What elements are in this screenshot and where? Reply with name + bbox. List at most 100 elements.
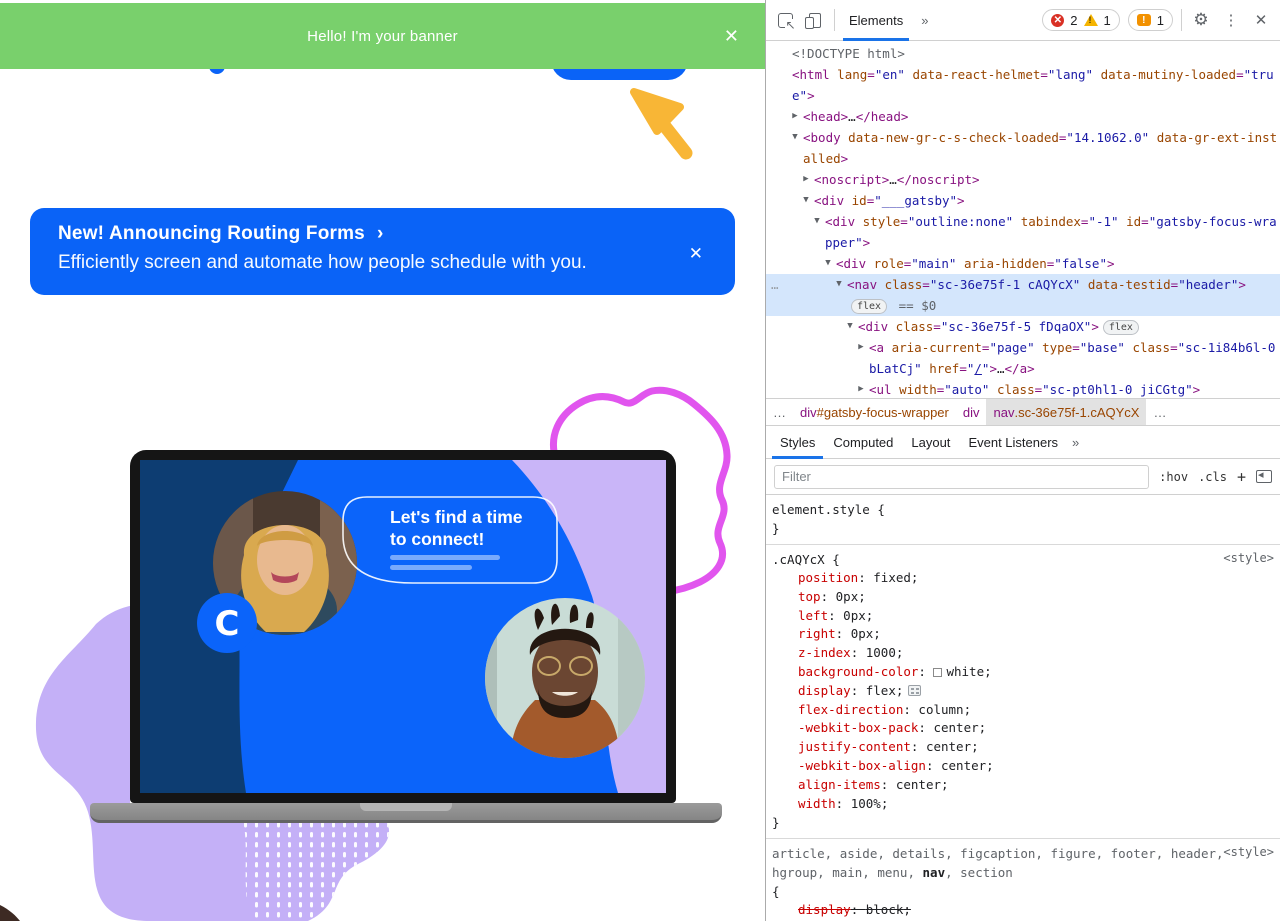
- css-selector[interactable]: .cAQYcX {: [772, 550, 1274, 569]
- chevron-right-icon: ›: [377, 223, 384, 244]
- toggle-hover-state-button[interactable]: :hov: [1159, 470, 1188, 484]
- flex-badge[interactable]: flex: [851, 299, 887, 314]
- dom-tree-node[interactable]: ▼<div id="___gatsby">: [766, 190, 1280, 211]
- test-banner: Hello! I'm your banner ✕: [0, 3, 765, 69]
- issues-count: 1: [1157, 13, 1164, 28]
- stylesheet-source-link[interactable]: <style>: [1223, 551, 1274, 565]
- styles-filter-row: :hov .cls +: [766, 459, 1280, 495]
- dom-tree-node[interactable]: ▼<body data-new-gr-c-s-check-loaded="14.…: [766, 127, 1280, 169]
- css-property[interactable]: -webkit-box-align: center;: [772, 757, 1274, 776]
- css-property[interactable]: top: 0px;: [772, 588, 1274, 607]
- close-devtools-icon[interactable]: ✕: [1250, 9, 1272, 31]
- calendly-logo: C: [197, 593, 257, 653]
- breadcrumb-overflow[interactable]: …: [1146, 399, 1173, 425]
- devtools-toolbar: ↖ Elements » ✕ 2 1 ! 1 ⚙ ⋮ ✕: [766, 0, 1280, 41]
- css-rule: <style>.cAQYcX {position: fixed;top: 0px…: [766, 545, 1280, 839]
- console-errors-badge[interactable]: ✕ 2 1: [1042, 9, 1119, 31]
- expand-arrow-open-icon[interactable]: ▼: [823, 253, 833, 274]
- css-property[interactable]: display: block;: [772, 901, 1274, 920]
- devtools-panel: ↖ Elements » ✕ 2 1 ! 1 ⚙ ⋮ ✕: [765, 0, 1280, 921]
- css-property[interactable]: display: flex;: [772, 682, 1274, 701]
- breadcrumb-overflow[interactable]: …: [766, 399, 793, 425]
- issues-badge[interactable]: ! 1: [1128, 9, 1173, 31]
- man-avatar: [485, 598, 645, 758]
- tab-elements[interactable]: Elements: [843, 0, 909, 41]
- expand-arrow-open-icon[interactable]: ▼: [801, 190, 811, 211]
- dom-tree-node[interactable]: ▶<a aria-current="page" type="base" clas…: [766, 337, 1280, 379]
- promo-close-icon[interactable]: ✕: [689, 244, 703, 264]
- issues-icon: !: [1137, 14, 1151, 26]
- more-tabs-icon[interactable]: »: [917, 13, 932, 28]
- css-property[interactable]: background-color: white;: [772, 663, 1274, 682]
- css-property[interactable]: justify-content: center;: [772, 738, 1274, 757]
- css-property[interactable]: flex-direction: column;: [772, 701, 1274, 720]
- css-property[interactable]: left: 0px;: [772, 607, 1274, 626]
- dom-tree-node[interactable]: ▶<head>…</head>: [766, 106, 1280, 127]
- settings-gear-icon[interactable]: ⚙: [1190, 9, 1212, 31]
- web-page: Hello! I'm your banner ✕ New! Announcing…: [0, 0, 765, 921]
- dom-tree-node[interactable]: ▶<noscript>…</noscript>: [766, 169, 1280, 190]
- tab-event-listeners[interactable]: Event Listeners: [960, 425, 1066, 459]
- warning-icon: [1084, 14, 1098, 26]
- styles-tab-bar: StylesComputedLayoutEvent Listeners»: [766, 425, 1280, 459]
- promo-subtitle: Efficiently screen and automate how peop…: [58, 252, 587, 274]
- dom-tree-node[interactable]: <html lang="en" data-react-helmet="lang"…: [766, 64, 1280, 106]
- css-property[interactable]: align-items: center;: [772, 776, 1274, 795]
- tab-styles[interactable]: Styles: [772, 425, 823, 459]
- dom-tree-node[interactable]: ▼<div style="outline:none" tabindex="-1"…: [766, 211, 1280, 253]
- toolbar-divider: [1181, 9, 1182, 31]
- error-count: 2: [1070, 13, 1077, 28]
- dom-tree-node[interactable]: ▶<ul width="auto" class="sc-pt0hl1-0 jiC…: [766, 379, 1280, 398]
- css-property[interactable]: -webkit-box-pack: center;: [772, 719, 1274, 738]
- expand-arrow-closed-icon[interactable]: ▶: [856, 379, 866, 398]
- expand-arrow-open-icon[interactable]: ▼: [790, 127, 800, 148]
- node-more-actions[interactable]: …: [771, 274, 780, 295]
- svg-text:C: C: [215, 604, 240, 644]
- css-property[interactable]: position: fixed;: [772, 569, 1274, 588]
- dom-tree-node[interactable]: ▼<div class="sc-36e75f-5 fDqaOX">flex: [766, 316, 1280, 337]
- styles-rules-list: element.style {}<style>.cAQYcX {position…: [766, 495, 1280, 921]
- inspect-element-icon[interactable]: ↖: [774, 9, 796, 31]
- promo-banner[interactable]: New! Announcing Routing Forms› Efficient…: [30, 208, 735, 295]
- more-style-tabs-icon[interactable]: »: [1068, 435, 1083, 450]
- laptop-illustration: Let's find a time to connect! C: [130, 450, 676, 803]
- breadcrumb-item[interactable]: nav.sc-36e75f-1.cAQYcX: [986, 399, 1146, 425]
- expand-arrow-closed-icon[interactable]: ▶: [856, 337, 866, 358]
- svg-text:to connect!: to connect!: [390, 529, 484, 549]
- laptop-screen-art: Let's find a time to connect! C: [140, 460, 666, 793]
- kebab-menu-icon[interactable]: ⋮: [1220, 9, 1242, 31]
- toggle-sidebar-icon[interactable]: [1256, 470, 1272, 483]
- css-property[interactable]: z-index: 1000;: [772, 644, 1274, 663]
- flex-editor-icon[interactable]: [908, 685, 921, 696]
- dom-tree: <!DOCTYPE html><html lang="en" data-reac…: [766, 41, 1280, 398]
- corner-dark-shape: [0, 905, 20, 921]
- toggle-class-button[interactable]: .cls: [1198, 470, 1227, 484]
- css-property[interactable]: right: 0px;: [772, 625, 1274, 644]
- styles-filter-input[interactable]: [774, 465, 1149, 489]
- expand-arrow-open-icon[interactable]: ▼: [845, 316, 855, 337]
- expand-arrow-closed-icon[interactable]: ▶: [790, 106, 800, 127]
- color-swatch[interactable]: [933, 668, 942, 677]
- css-property[interactable]: width: 100%;: [772, 795, 1274, 814]
- dom-tree-node[interactable]: <!DOCTYPE html>: [766, 43, 1280, 64]
- tab-computed[interactable]: Computed: [825, 425, 901, 459]
- banner-close-icon[interactable]: ✕: [724, 27, 739, 45]
- flex-badge[interactable]: flex: [1103, 320, 1139, 335]
- css-selector[interactable]: element.style {: [772, 500, 1274, 519]
- device-toolbar-icon[interactable]: [804, 9, 826, 31]
- stylesheet-source-link[interactable]: <style>: [1223, 845, 1274, 859]
- css-selector[interactable]: article, aside, details, figcaption, fig…: [772, 844, 1274, 882]
- dom-tree-node[interactable]: ▼<div role="main" aria-hidden="false">: [766, 253, 1280, 274]
- expand-arrow-closed-icon[interactable]: ▶: [801, 169, 811, 190]
- tab-layout[interactable]: Layout: [903, 425, 958, 459]
- css-rule: <style>article, aside, details, figcapti…: [766, 839, 1280, 921]
- laptop-base: [90, 803, 722, 823]
- expand-arrow-open-icon[interactable]: ▼: [812, 211, 822, 232]
- breadcrumb-item[interactable]: div: [956, 399, 987, 425]
- breadcrumb-item[interactable]: div#gatsby-focus-wrapper: [793, 399, 956, 425]
- promo-title[interactable]: New! Announcing Routing Forms›: [58, 223, 383, 245]
- dom-tree-node[interactable]: …▼<nav class="sc-36e75f-1 cAQYcX" data-t…: [766, 274, 1280, 316]
- laptop-screen: Let's find a time to connect! C: [140, 460, 666, 793]
- new-style-rule-button[interactable]: +: [1237, 468, 1246, 486]
- expand-arrow-open-icon[interactable]: ▼: [834, 274, 844, 295]
